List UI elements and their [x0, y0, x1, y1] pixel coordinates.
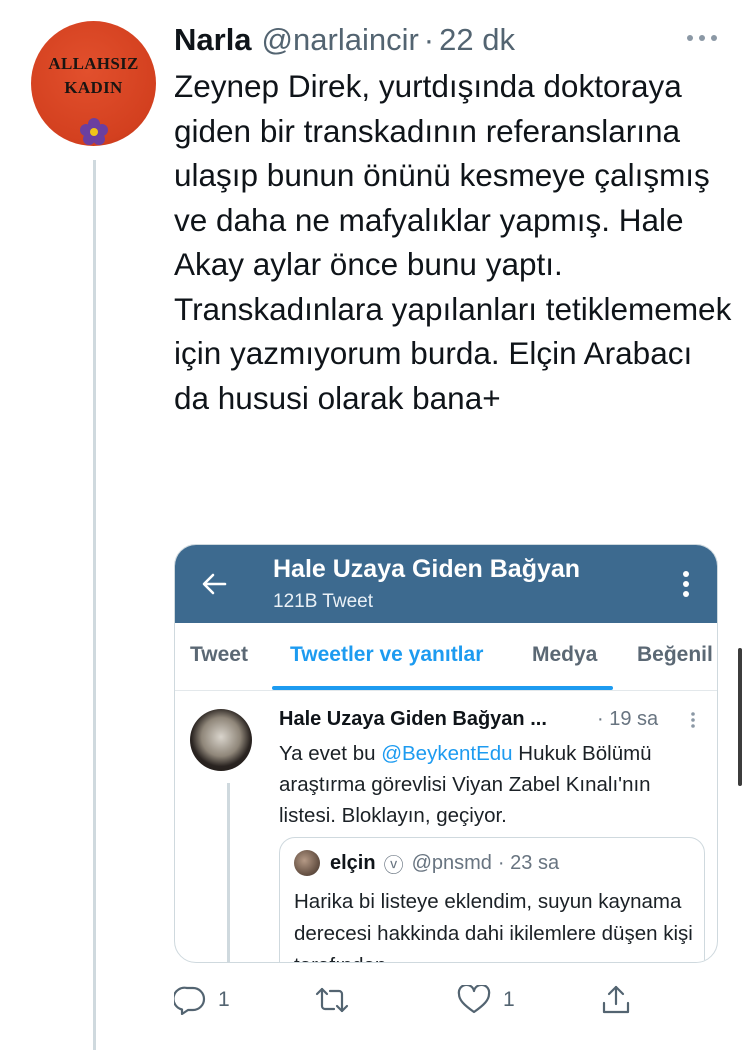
like-button[interactable]: 1 [457, 984, 515, 1016]
mention-link: @BeykentEdu [381, 742, 513, 765]
quoted-tweet-text: Harika bi listeye eklendim, suyun kaynam… [294, 890, 693, 962]
profile-tweet-count: 121B Tweet [273, 591, 374, 612]
author-avatar[interactable]: ALLAHSIZ KADIN [31, 21, 156, 146]
author-handle[interactable]: @narlaincir [262, 22, 419, 58]
tab-tweets-and-replies: Tweetler ve yanıtlar [290, 643, 484, 666]
thread-line [93, 160, 96, 1050]
verified-icon: ⓥ [383, 854, 404, 877]
share-icon [602, 985, 630, 1014]
like-count: 1 [503, 988, 515, 1011]
reply-button[interactable]: 1 [174, 984, 230, 1016]
quoted-tweet-header: elçin ⓥ @pnsmd · 23 sa [330, 848, 559, 878]
inner-tweet-header: Hale Uzaya Giden Bağyan ... [279, 706, 547, 732]
inner-tweet-text: Ya evet bu @BeykentEdu Hukuk Bölümü araş… [279, 738, 709, 831]
embedded-screenshot[interactable]: Hale Uzaya Giden Bağyan 121B Tweet Tweet… [174, 544, 718, 963]
inner-author-name: Hale Uzaya Giden Bağyan ... [279, 707, 547, 730]
inner-text-start: Ya evet bu [279, 742, 382, 765]
avatar-badge-line1: ALLAHSIZ [48, 54, 139, 73]
inner-avatar [190, 709, 252, 771]
avatar-badge-text: ALLAHSIZ KADIN [48, 52, 138, 100]
profile-header-bar: Hale Uzaya Giden Bağyan 121B Tweet [175, 545, 717, 623]
author-name[interactable]: Narla [174, 22, 252, 58]
tab-media: Medya [532, 643, 598, 666]
retweet-icon [315, 987, 349, 1013]
back-arrow-icon [202, 573, 227, 595]
quoted-author-name: elçin [330, 851, 376, 874]
reply-count: 1 [218, 988, 230, 1011]
tab-likes: Beğenil [637, 643, 713, 666]
tweet-text: Zeynep Direk, yurtdışında doktoraya gide… [174, 68, 732, 416]
profile-title: Hale Uzaya Giden Bağyan [273, 555, 581, 583]
tweet-header: Narla @narlaincir · 22 dk [174, 20, 515, 60]
flower-icon [79, 118, 108, 145]
tweet-time[interactable]: 22 dk [439, 22, 515, 58]
inner-tweet-time: · 19 sa [597, 707, 659, 730]
scrollbar-thumb[interactable] [738, 648, 742, 786]
retweet-button[interactable] [314, 984, 350, 1016]
reply-icon [174, 986, 206, 1015]
quoted-tweet: elçin ⓥ @pnsmd · 23 sa Harika bi listeye… [279, 837, 705, 962]
quoted-handle: @pnsmd [411, 851, 492, 874]
share-button[interactable] [600, 984, 632, 1016]
inner-thread-line [227, 783, 230, 962]
avatar-badge-line2: KADIN [64, 78, 123, 97]
profile-tabs: Tweet Tweetler ve yanıtlar Medya Beğenil [175, 623, 717, 691]
quoted-time: · 23 sa [497, 851, 560, 874]
heart-icon [457, 985, 491, 1014]
separator-dot: · [423, 22, 435, 57]
active-tab-indicator [272, 686, 613, 690]
kebab-menu-icon [683, 571, 689, 597]
tab-tweet: Tweet [190, 643, 248, 666]
more-options-icon[interactable] [682, 28, 722, 48]
quoted-avatar [294, 850, 320, 876]
inner-more-icon [691, 712, 695, 728]
